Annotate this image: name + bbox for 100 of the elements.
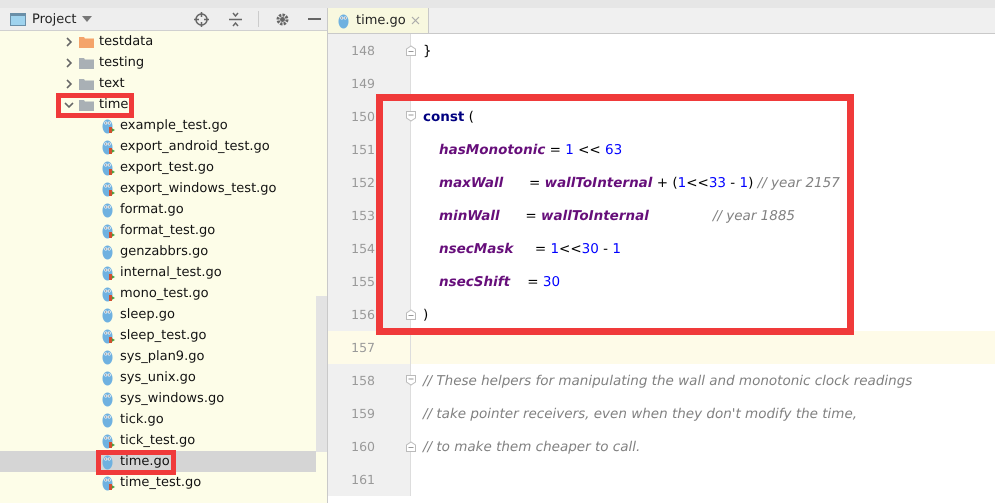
tree-item-label[interactable]: internal_test.go xyxy=(118,265,222,280)
tree-item-label[interactable]: time.go xyxy=(118,454,170,469)
tree-item-label[interactable]: mono_test.go xyxy=(118,286,209,301)
tree-row[interactable]: genzabbrs.go xyxy=(0,241,316,262)
collapse-all-icon[interactable] xyxy=(229,12,242,26)
tree-item-label[interactable]: format.go xyxy=(118,202,184,217)
tree-row[interactable]: format_test.go xyxy=(0,220,316,241)
line-number: 161 xyxy=(351,472,375,487)
tree-row[interactable]: sys_unix.go xyxy=(0,367,316,388)
go-test-file-icon xyxy=(102,328,115,344)
go-test-file-icon xyxy=(102,118,115,134)
code-comment: // take pointer receivers, even when they don't modify the time, xyxy=(421,406,858,422)
tree-item-label[interactable]: export_test.go xyxy=(118,160,214,175)
line-number: 160 xyxy=(351,439,375,454)
tree-row[interactable]: sys_plan9.go xyxy=(0,346,316,367)
line-number: 158 xyxy=(351,373,375,388)
code-line: } xyxy=(422,42,432,58)
caret-icon[interactable] xyxy=(82,16,92,22)
tree-item-label[interactable]: sys_unix.go xyxy=(118,370,196,385)
tree-row[interactable]: example_test.go xyxy=(0,115,316,136)
line-number: 157 xyxy=(351,340,375,355)
tree-item-label[interactable]: tick.go xyxy=(118,412,164,427)
tree-item-label[interactable]: sleep.go xyxy=(118,307,175,322)
code-line: nsecMask = 1<<30 - 1 xyxy=(438,240,621,256)
tree-row[interactable]: testdata xyxy=(0,31,316,52)
go-file-icon xyxy=(102,244,115,260)
fold-marker-icon[interactable] xyxy=(406,441,416,452)
tree-item-label[interactable]: sleep_test.go xyxy=(118,328,206,343)
tree-row[interactable]: internal_test.go xyxy=(0,262,316,283)
go-test-file-icon xyxy=(102,160,115,176)
go-file-icon xyxy=(102,370,115,386)
line-number: 155 xyxy=(351,274,375,289)
go-file-icon xyxy=(102,390,115,406)
tree-item-label[interactable]: testing xyxy=(97,55,144,70)
file-tab[interactable]: time.go xyxy=(328,8,429,33)
line-number: 152 xyxy=(351,175,375,190)
go-file-icon xyxy=(102,412,115,428)
go-test-file-icon xyxy=(102,474,115,490)
code-line: ) xyxy=(422,306,428,322)
tree-item-label[interactable]: export_android_test.go xyxy=(118,139,270,154)
scrollbar[interactable] xyxy=(316,296,327,452)
tree-row[interactable]: testing xyxy=(0,52,316,73)
line-number: 151 xyxy=(351,142,375,157)
tree-row[interactable]: export_test.go xyxy=(0,157,316,178)
panel-title: Project xyxy=(32,12,76,26)
code-comment: // to make them cheaper to call. xyxy=(421,438,640,454)
code-line: minWall = wallToInternal // year 1885 xyxy=(438,208,796,224)
code-line: const ( xyxy=(422,108,474,124)
go-test-file-icon xyxy=(102,432,115,448)
tree-row[interactable]: text xyxy=(0,73,316,94)
line-number: 148 xyxy=(351,43,375,58)
go-test-file-icon xyxy=(102,264,115,280)
line-number: 156 xyxy=(351,307,375,322)
fold-marker-icon[interactable] xyxy=(406,375,416,386)
tree-item-label[interactable]: testdata xyxy=(97,34,154,49)
tree-item-label[interactable]: time_test.go xyxy=(118,475,202,490)
tree-row[interactable]: sys_windows.go xyxy=(0,388,316,409)
crosshair-icon[interactable] xyxy=(194,12,209,26)
minimize-icon[interactable] xyxy=(308,18,321,20)
code-line: nsecShift = 30 xyxy=(438,274,560,290)
tree-row[interactable]: format.go xyxy=(0,199,316,220)
tree-row[interactable]: mono_test.go xyxy=(0,283,316,304)
code-line: maxWall = wallToInternal + (1<<33 - 1) // year 2157 xyxy=(438,174,840,190)
chevron-right-icon[interactable] xyxy=(64,78,74,88)
settings-icon[interactable] xyxy=(275,12,290,26)
line-number: 150 xyxy=(351,109,375,124)
tree-item-label[interactable]: genzabbrs.go xyxy=(118,244,208,259)
code-comment: // These helpers for manipulating the wall and monotonic clock readings xyxy=(421,372,912,388)
tree-row[interactable]: export_windows_test.go xyxy=(0,178,316,199)
go-file-icon xyxy=(102,348,115,364)
go-file-icon xyxy=(102,202,115,218)
tree-row[interactable]: export_android_test.go xyxy=(0,136,316,157)
tree-item-label[interactable]: time xyxy=(97,97,128,112)
go-test-file-icon xyxy=(102,138,115,154)
chevron-right-icon[interactable] xyxy=(64,58,74,68)
tree-row[interactable]: time xyxy=(0,94,316,115)
tree-item-label[interactable]: format_test.go xyxy=(118,223,216,238)
tree-row[interactable]: sleep_test.go xyxy=(0,325,316,346)
tree-row[interactable]: tick_test.go xyxy=(0,430,316,451)
line-number: 153 xyxy=(351,208,375,223)
tree-row[interactable]: time_test.go xyxy=(0,472,316,493)
tree-item-label[interactable]: sys_windows.go xyxy=(118,391,224,406)
tree-item-label[interactable]: export_windows_test.go xyxy=(118,181,277,196)
line-number: 149 xyxy=(351,76,375,91)
go-file-icon xyxy=(102,454,115,470)
fold-marker-icon[interactable] xyxy=(406,45,416,56)
chevron-right-icon[interactable] xyxy=(64,36,74,46)
fold-marker-icon[interactable] xyxy=(406,309,416,320)
tree-item-label[interactable]: tick_test.go xyxy=(118,433,196,448)
tree-row[interactable]: sleep.go xyxy=(0,304,316,325)
tree-row[interactable]: tick.go xyxy=(0,409,316,430)
project-window-icon xyxy=(10,12,26,26)
tree-row[interactable]: time.go xyxy=(0,451,316,472)
go-test-file-icon xyxy=(102,286,115,302)
tree-item-label[interactable]: text xyxy=(97,76,125,91)
line-number: 159 xyxy=(351,406,375,421)
chevron-down-icon[interactable] xyxy=(64,100,74,110)
tree-item-label[interactable]: sys_plan9.go xyxy=(118,349,204,364)
tree-item-label[interactable]: example_test.go xyxy=(118,118,228,133)
fold-marker-icon[interactable] xyxy=(406,111,416,122)
